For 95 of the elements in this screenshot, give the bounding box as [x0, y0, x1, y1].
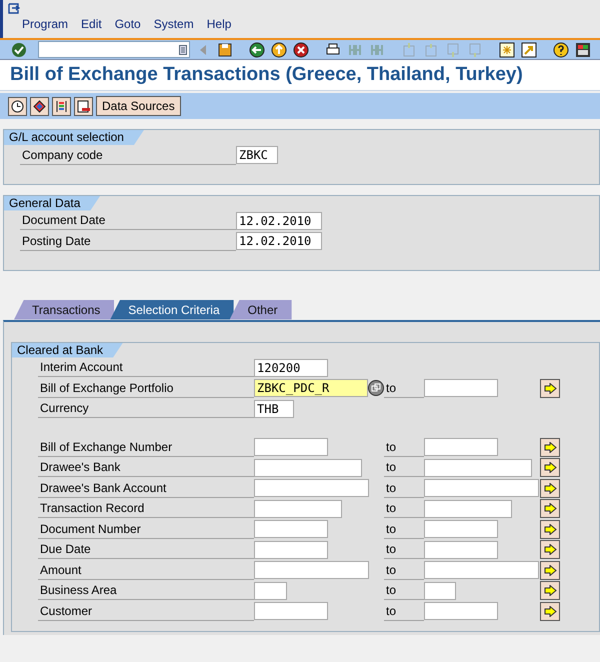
- data-sources-button[interactable]: Data Sources: [96, 96, 181, 116]
- up-icon[interactable]: [270, 40, 288, 58]
- group-title: General Data: [4, 196, 100, 210]
- list-icon: [179, 44, 187, 54]
- field-label: Posting Date: [20, 232, 236, 251]
- field-label: Drawee's Bank: [38, 458, 254, 478]
- field-label: Company code: [20, 146, 236, 165]
- command-field[interactable]: [38, 41, 190, 58]
- input-field[interactable]: THB: [254, 400, 294, 418]
- menu-item[interactable]: Help: [206, 15, 232, 33]
- field-label: Bill of Exchange Portfolio: [38, 378, 254, 398]
- field-label: Document Date: [20, 211, 236, 230]
- input-field[interactable]: [424, 582, 456, 600]
- arrow-right-icon: [544, 442, 556, 453]
- multiple-selection-button[interactable]: [540, 478, 560, 498]
- input-field[interactable]: [424, 500, 512, 518]
- input-field[interactable]: ZBKC_PDC_R: [254, 379, 368, 398]
- arrow-right-icon: [544, 564, 556, 576]
- input-field[interactable]: [254, 500, 342, 518]
- input-field[interactable]: 120200: [254, 358, 328, 377]
- multiple-selection-button[interactable]: [540, 458, 560, 478]
- menu-item[interactable]: Program: [22, 15, 68, 33]
- arrow-right-icon: [544, 544, 556, 556]
- input-field[interactable]: [424, 438, 498, 456]
- arrow-right-icon: [544, 585, 556, 596]
- group-title: G/L account selection: [4, 130, 144, 145]
- layout-icon[interactable]: [574, 40, 592, 58]
- input-field[interactable]: [424, 540, 498, 559]
- diamond-button[interactable]: [30, 96, 49, 116]
- menu-item[interactable]: Goto: [114, 15, 141, 33]
- input-field[interactable]: [254, 520, 328, 538]
- field-label: Due Date: [38, 540, 254, 560]
- multiple-selection-button[interactable]: [540, 581, 560, 600]
- input-field[interactable]: [254, 602, 328, 620]
- input-field[interactable]: 12.02.2010: [236, 212, 322, 230]
- copy-icon: [371, 383, 381, 394]
- multiple-selection-button[interactable]: [540, 560, 560, 580]
- clock-icon: [11, 100, 24, 112]
- field-label: Customer: [38, 602, 254, 621]
- new-window-icon[interactable]: [498, 40, 516, 58]
- arrow-right-icon: [544, 482, 556, 494]
- input-field[interactable]: [254, 458, 362, 477]
- input-field[interactable]: [254, 479, 369, 498]
- tab[interactable]: Transactions: [14, 300, 114, 320]
- arrow-right-icon: [544, 462, 556, 474]
- tab[interactable]: Selection Criteria: [110, 300, 234, 320]
- multiple-selection-button[interactable]: [540, 540, 560, 560]
- field-label: Transaction Record: [38, 499, 254, 518]
- search-help-button[interactable]: [368, 380, 384, 396]
- field-label: Drawee's Bank Account: [38, 478, 254, 498]
- input-field[interactable]: [424, 520, 498, 538]
- arrow-right-icon: [544, 382, 556, 394]
- field-label: Interim Account: [38, 358, 254, 378]
- menu-icon[interactable]: [8, 2, 20, 14]
- menu-item[interactable]: Edit: [81, 15, 102, 33]
- field-label: Amount: [38, 560, 254, 580]
- menu-item[interactable]: System: [154, 15, 194, 33]
- tab[interactable]: Other: [230, 300, 292, 320]
- arrow-right-icon: [544, 503, 556, 514]
- cancel-icon[interactable]: [292, 40, 310, 58]
- input-field[interactable]: ZBKC: [236, 146, 278, 164]
- input-field[interactable]: [254, 582, 287, 600]
- bracket-button[interactable]: [52, 96, 71, 116]
- field-label: Currency: [38, 399, 254, 418]
- save-icon[interactable]: [216, 40, 234, 58]
- multiple-selection-button[interactable]: [540, 438, 560, 457]
- shortcut-icon[interactable]: [520, 40, 538, 58]
- clock-button[interactable]: [8, 96, 27, 116]
- arrow-right-icon: [544, 606, 556, 617]
- diamond-icon: [33, 100, 46, 112]
- field-label: Business Area: [38, 581, 254, 600]
- field-label: Document Number: [38, 520, 254, 539]
- input-field[interactable]: [254, 540, 328, 559]
- input-field[interactable]: 12.02.2010: [236, 232, 322, 250]
- back-icon[interactable]: [248, 40, 266, 58]
- input-field[interactable]: [254, 438, 328, 456]
- input-field[interactable]: [424, 479, 539, 498]
- multiple-selection-button[interactable]: [540, 520, 560, 539]
- input-field[interactable]: [254, 561, 369, 580]
- arrow-right-icon: [544, 524, 556, 535]
- group-title: Cleared at Bank: [12, 342, 124, 358]
- multiple-selection-button[interactable]: [540, 499, 560, 518]
- multiple-selection-button[interactable]: [540, 378, 560, 398]
- input-field[interactable]: [424, 458, 532, 477]
- page-title: Bill of Exchange Transactions (Greece, Thailand, Turkey): [10, 62, 523, 87]
- multiple-selection-button[interactable]: [540, 602, 560, 621]
- field-label: Bill of Exchange Number: [38, 438, 254, 457]
- input-field[interactable]: [424, 561, 539, 580]
- input-field[interactable]: [424, 602, 498, 620]
- bracket-icon: [55, 100, 68, 112]
- input-field[interactable]: [424, 379, 498, 398]
- form-icon: [77, 100, 90, 112]
- help-icon[interactable]: [552, 40, 570, 58]
- form-button[interactable]: [74, 96, 93, 116]
- check-icon[interactable]: [10, 40, 28, 58]
